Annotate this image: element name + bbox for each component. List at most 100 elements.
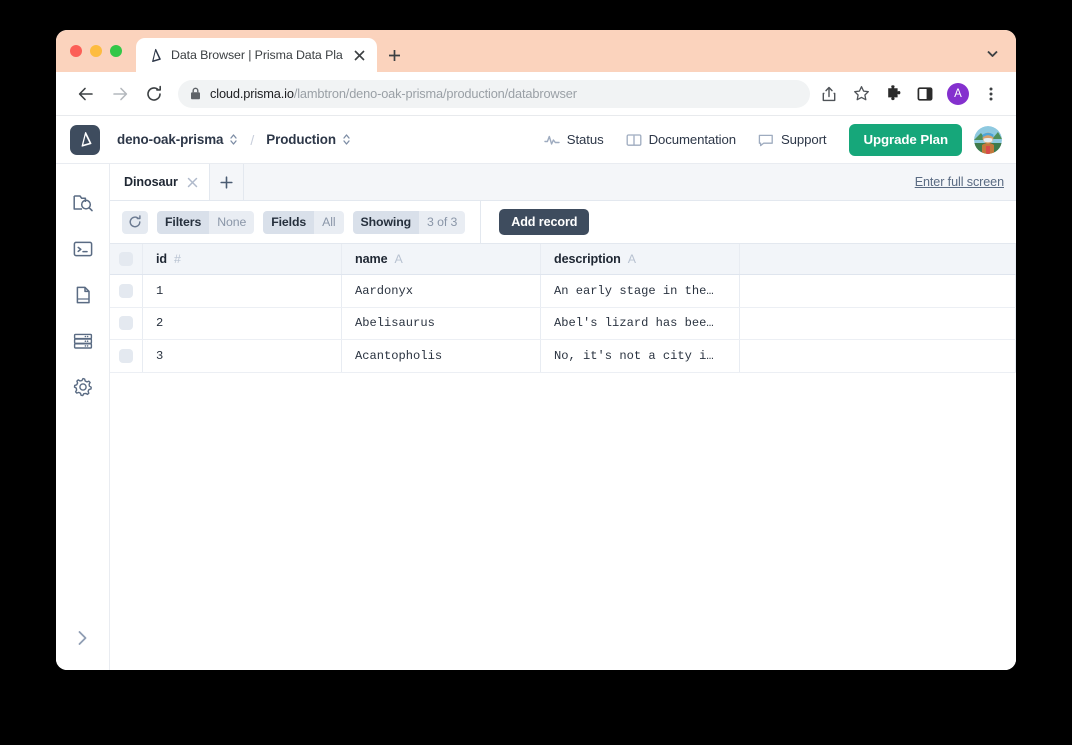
gear-icon — [72, 376, 94, 398]
lock-icon — [190, 87, 201, 100]
chevron-right-icon — [76, 629, 89, 647]
cell-value: 1 — [156, 284, 163, 298]
column-header-description[interactable]: description A — [541, 244, 740, 274]
refresh-button[interactable] — [122, 211, 148, 234]
column-header-id[interactable]: id # — [143, 244, 342, 274]
cell-filler — [740, 340, 1016, 372]
cell-description[interactable]: No, it's not a city i… — [541, 340, 740, 372]
breadcrumb-project-label: deno-oak-prisma — [117, 132, 223, 147]
browser-tab-title: Data Browser | Prisma Data Pla — [171, 48, 343, 62]
filters-button[interactable]: Filters None — [157, 211, 254, 234]
model-tab-dinosaur[interactable]: Dinosaur — [110, 164, 210, 200]
sidebar-item-database[interactable] — [61, 318, 105, 364]
profile-avatar[interactable]: A — [947, 83, 969, 105]
url-text: cloud.prisma.io/lambtron/deno-oak-prisma… — [210, 86, 577, 101]
nav-item-support[interactable]: Support — [747, 132, 838, 147]
showing-value: 3 of 3 — [419, 211, 465, 234]
sidebar-item-query-console[interactable] — [61, 226, 105, 272]
add-model-tab-button[interactable] — [210, 164, 244, 200]
minimize-window-button[interactable] — [90, 45, 102, 57]
breadcrumb-environment-selector[interactable]: Production — [266, 132, 351, 147]
column-header-name[interactable]: name A — [342, 244, 541, 274]
close-icon[interactable] — [351, 47, 368, 64]
folder-search-icon — [72, 192, 94, 214]
sidebar-item-data-browser[interactable] — [61, 180, 105, 226]
avatar[interactable] — [974, 126, 1002, 154]
select-all-cell[interactable] — [110, 244, 143, 274]
close-icon[interactable] — [187, 177, 198, 188]
cell-value: 2 — [156, 316, 163, 330]
browser-tab[interactable]: Data Browser | Prisma Data Pla — [136, 38, 377, 72]
nav-item-status[interactable]: Status — [533, 132, 615, 147]
prisma-logo[interactable] — [70, 125, 100, 155]
extensions-button[interactable] — [878, 79, 908, 109]
sidebar-item-schema[interactable] — [61, 272, 105, 318]
new-tab-button[interactable] — [381, 38, 409, 72]
sidebar-item-settings[interactable] — [61, 364, 105, 410]
row-checkbox[interactable] — [119, 284, 133, 298]
cell-name[interactable]: Abelisaurus — [342, 308, 541, 340]
share-button[interactable] — [814, 79, 844, 109]
column-type-icon: # — [174, 252, 181, 266]
add-record-button[interactable]: Add record — [499, 209, 589, 235]
cell-id[interactable]: 3 — [143, 340, 342, 372]
chat-bubble-icon — [758, 133, 774, 147]
window-controls — [70, 30, 136, 72]
user-avatar-photo — [974, 126, 1002, 154]
upgrade-plan-button[interactable]: Upgrade Plan — [849, 124, 962, 156]
row-select-cell[interactable] — [110, 340, 143, 372]
breadcrumb-environment-label: Production — [266, 132, 336, 147]
tab-list-button[interactable] — [978, 40, 1006, 68]
side-panel-button[interactable] — [910, 79, 940, 109]
back-button[interactable] — [70, 78, 102, 110]
activity-pulse-icon — [544, 133, 560, 147]
enter-full-screen-link[interactable]: Enter full screen — [915, 175, 1004, 189]
arrow-right-icon — [111, 85, 129, 103]
table-row[interactable]: 3 Acantopholis No, it's not a city i… — [110, 340, 1016, 373]
maximize-window-button[interactable] — [110, 45, 122, 57]
prisma-logo-icon — [77, 131, 94, 148]
cell-description[interactable]: An early stage in the… — [541, 275, 740, 307]
cell-name[interactable]: Aardonyx — [342, 275, 541, 307]
table-row[interactable]: 2 Abelisaurus Abel's lizard has bee… — [110, 308, 1016, 341]
sidebar-expand-button[interactable] — [61, 616, 105, 660]
cell-id[interactable]: 2 — [143, 308, 342, 340]
sidebar — [56, 164, 110, 670]
cell-description[interactable]: Abel's lizard has bee… — [541, 308, 740, 340]
nav-item-documentation[interactable]: Documentation — [615, 132, 747, 147]
table-row[interactable]: 1 Aardonyx An early stage in the… — [110, 275, 1016, 308]
reload-button[interactable] — [138, 78, 170, 110]
column-name: description — [554, 252, 621, 266]
nav-item-support-label: Support — [781, 132, 827, 147]
arrow-left-icon — [77, 85, 95, 103]
forward-button[interactable] — [104, 78, 136, 110]
row-checkbox[interactable] — [119, 349, 133, 363]
url-path: /lambtron/deno-oak-prisma/production/dat… — [294, 86, 577, 101]
bookmark-button[interactable] — [846, 79, 876, 109]
cell-name[interactable]: Acantopholis — [342, 340, 541, 372]
row-select-cell[interactable] — [110, 275, 143, 307]
showing-button[interactable]: Showing 3 of 3 — [353, 211, 466, 234]
chevron-up-down-icon — [342, 133, 351, 146]
breadcrumb-separator: / — [250, 132, 254, 148]
close-window-button[interactable] — [70, 45, 82, 57]
app-header: deno-oak-prisma / Production — [56, 116, 1016, 164]
row-select-cell[interactable] — [110, 308, 143, 340]
header-nav: Status Documentation Support Upgrade Pla… — [533, 124, 1002, 156]
address-bar[interactable]: cloud.prisma.io/lambtron/deno-oak-prisma… — [178, 80, 810, 108]
select-all-checkbox[interactable] — [119, 252, 133, 266]
data-grid-header: id # name A description A — [110, 243, 1016, 275]
cell-value: Abelisaurus — [355, 316, 435, 330]
browser-menu-button[interactable] — [976, 79, 1006, 109]
puzzle-piece-icon — [885, 85, 902, 102]
breadcrumb-project-selector[interactable]: deno-oak-prisma — [117, 132, 238, 147]
refresh-icon — [128, 215, 142, 229]
fields-button[interactable]: Fields All — [263, 211, 343, 234]
row-checkbox[interactable] — [119, 316, 133, 330]
plus-icon — [388, 49, 401, 62]
chevron-down-icon — [987, 50, 998, 58]
column-name: id — [156, 252, 167, 266]
cell-value: Aardonyx — [355, 284, 413, 298]
cell-id[interactable]: 1 — [143, 275, 342, 307]
three-dot-menu-icon — [983, 86, 999, 102]
